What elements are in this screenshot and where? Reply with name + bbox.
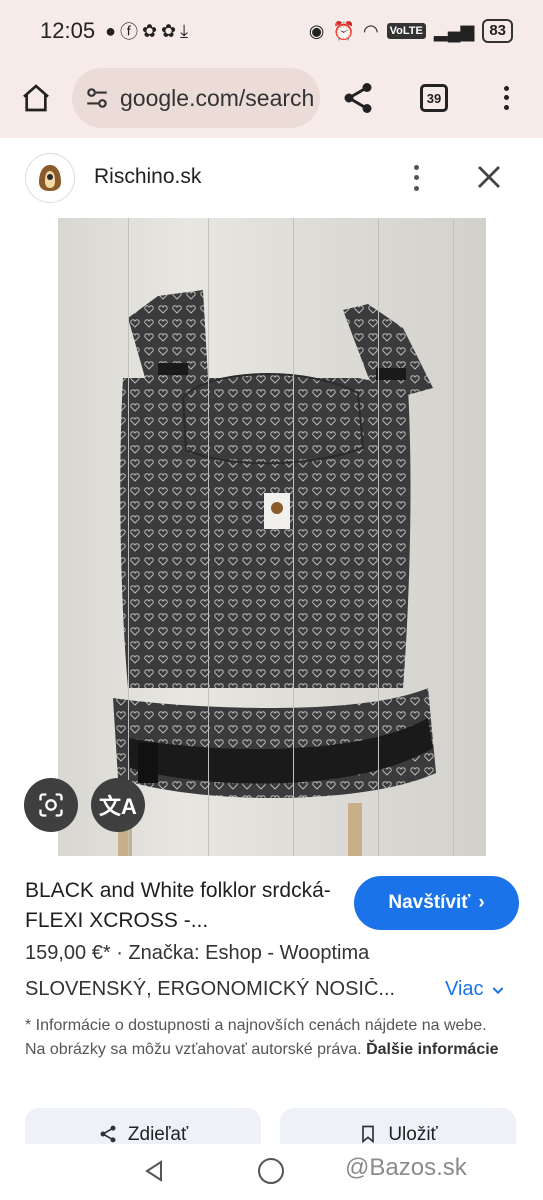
more-info-link[interactable]: Ďalšie informácie [366,1041,499,1058]
product-subtitle: SLOVENSKÝ, ERGONOMICKÝ NOSIČ... [25,978,396,1000]
tab-switcher-button[interactable]: 39 [420,84,448,112]
bookmark-icon [362,1125,375,1144]
save-label: Uložiť [388,1124,438,1145]
wifi-icon: ◠ [362,20,379,41]
browser-toolbar: google.com/search 39 [0,62,543,138]
eye-icon: ◉ [308,20,325,41]
product-image[interactable] [58,218,486,856]
copyright-notice: * Informácie o dostupnosti a najnovších … [25,1014,505,1062]
translate-button[interactable]: 文A [91,778,145,832]
watermark: @Bazos.sk [345,1154,467,1181]
nav-home-button[interactable] [258,1158,284,1184]
home-icon [23,84,49,112]
visit-label: Navštíviť [388,892,471,913]
source-header: Rischino.sk [0,138,543,218]
baby-carrier-illustration [113,290,436,856]
signal-icon: ▂▄▆ [433,20,475,41]
status-bar: 12:05 ● ⓕ ✿ ✿ ⤓ ◉ ⏰ ◠ VoLTE ▂▄▆ 83 [0,0,543,62]
volte-badge: VoLTE [386,23,426,39]
more-vert-icon[interactable] [494,80,518,116]
chat-icon: ● [105,20,116,41]
more-vert-icon[interactable] [406,162,426,194]
leaf-icon: ✿ [161,20,177,41]
chevron-right-icon: › [478,892,485,913]
status-right: ◉ ⏰ ◠ VoLTE ▂▄▆ 83 [309,19,513,43]
more-button[interactable]: Viac [445,978,506,1001]
notification-icons: ● ⓕ ✿ ✿ ⤓ [105,18,188,44]
translate-icon: 文A [99,794,137,819]
url-text[interactable]: google.com/search [120,85,314,112]
site-logo[interactable] [25,153,75,203]
facebook-icon: ⓕ [119,22,138,42]
alarm-icon: ⏰ [332,20,355,41]
lens-icon [39,793,63,817]
close-icon[interactable] [474,162,504,192]
site-logo-icon [39,165,61,191]
more-label: Viac [445,978,484,1000]
system-nav-bar: @Bazos.sk [0,1144,543,1200]
product-title[interactable]: BLACK and White folklor srdcká- FLEXI XC… [25,876,335,936]
image-viewer: 文A [0,218,543,856]
chevron-down-icon [492,986,503,994]
share-icon [100,1125,116,1143]
leaf-icon: ✿ [141,20,158,41]
share-icon[interactable] [340,80,376,116]
download-icon: ⤓ [180,20,189,41]
home-button[interactable] [18,80,54,116]
tune-icon[interactable] [84,85,110,111]
price-brand-line: 159,00 €* · Značka: Eshop - Wooptima [25,942,370,964]
battery-indicator: 83 [482,19,513,43]
status-time: 12:05 [40,18,96,43]
visit-button[interactable]: Navštíviť › [354,876,519,930]
site-name[interactable]: Rischino.sk [94,165,201,189]
google-lens-button[interactable] [24,778,78,832]
share-label: Zdieľať [127,1124,189,1145]
back-icon[interactable] [142,1158,166,1184]
address-bar[interactable]: google.com/search [72,68,320,128]
